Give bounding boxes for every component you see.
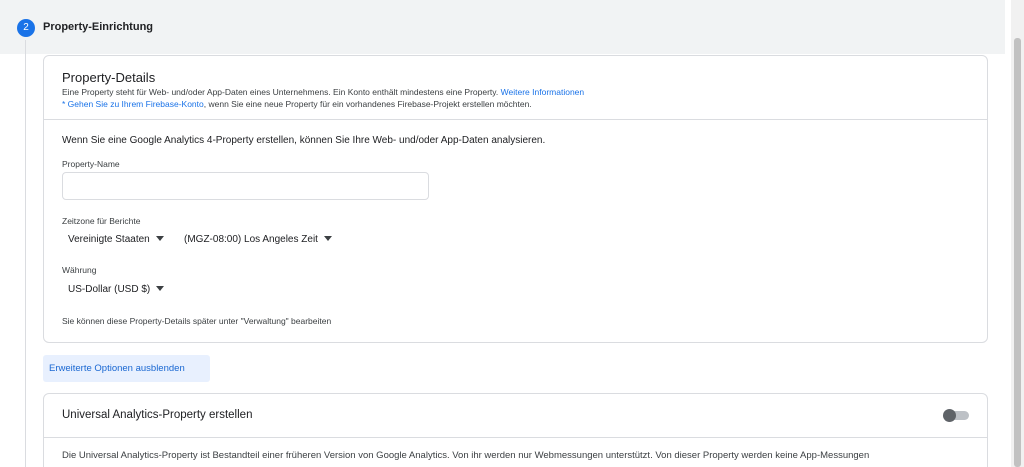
universal-analytics-description: Die Universal Analytics-Property ist Bes… xyxy=(62,450,870,461)
property-details-title: Property-Details xyxy=(62,70,156,85)
toggle-knob xyxy=(943,409,956,422)
firebase-account-link[interactable]: * Gehen Sie zu Ihrem Firebase-Konto xyxy=(62,99,204,109)
step-connector-line xyxy=(25,40,26,467)
description-text: Eine Property steht für Web- und/oder Ap… xyxy=(62,87,499,97)
chevron-down-icon xyxy=(323,235,332,241)
property-name-label: Property-Name xyxy=(62,159,120,169)
country-value: Vereinigte Staaten xyxy=(68,234,150,245)
step-header: 2 Property-Einrichtung xyxy=(0,0,1005,54)
learn-more-link[interactable]: Weitere Informationen xyxy=(501,87,584,97)
country-dropdown[interactable]: Vereinigte Staaten xyxy=(68,234,164,245)
chevron-down-icon xyxy=(155,235,164,241)
chevron-down-icon xyxy=(156,285,165,291)
hide-advanced-options-button[interactable]: Erweiterte Optionen ausblenden xyxy=(43,355,210,382)
ga4-intro-text: Wenn Sie eine Google Analytics 4-Propert… xyxy=(62,135,546,146)
firebase-note-text: , wenn Sie eine neue Property für ein vo… xyxy=(203,99,532,109)
step-number-badge: 2 xyxy=(17,19,35,37)
edit-later-hint: Sie können diese Property-Details später… xyxy=(62,316,332,326)
property-details-card: Property-Details Eine Property steht für… xyxy=(43,55,988,343)
timezone-dropdown[interactable]: (MGZ-08:00) Los Angeles Zeit xyxy=(184,234,332,245)
scrollbar-thumb[interactable] xyxy=(1014,38,1021,467)
universal-analytics-title: Universal Analytics-Property erstellen xyxy=(62,409,253,421)
currency-value: US-Dollar (USD $) xyxy=(68,284,151,295)
property-name-input[interactable] xyxy=(62,172,429,200)
timezone-value: (MGZ-08:00) Los Angeles Zeit xyxy=(184,234,318,245)
step-title: Property-Einrichtung xyxy=(43,21,154,33)
currency-label: Währung xyxy=(62,265,97,275)
firebase-note: * Gehen Sie zu Ihrem Firebase-Konto, wen… xyxy=(62,99,532,109)
divider xyxy=(44,437,987,438)
universal-analytics-card: Universal Analytics-Property erstellen D… xyxy=(43,393,988,467)
currency-dropdown[interactable]: US-Dollar (USD $) xyxy=(68,284,165,295)
property-details-header: Property-Details Eine Property steht für… xyxy=(44,56,987,120)
property-details-description: Eine Property steht für Web- und/oder Ap… xyxy=(62,87,584,97)
universal-analytics-toggle[interactable] xyxy=(943,409,971,423)
timezone-label: Zeitzone für Berichte xyxy=(62,216,141,226)
